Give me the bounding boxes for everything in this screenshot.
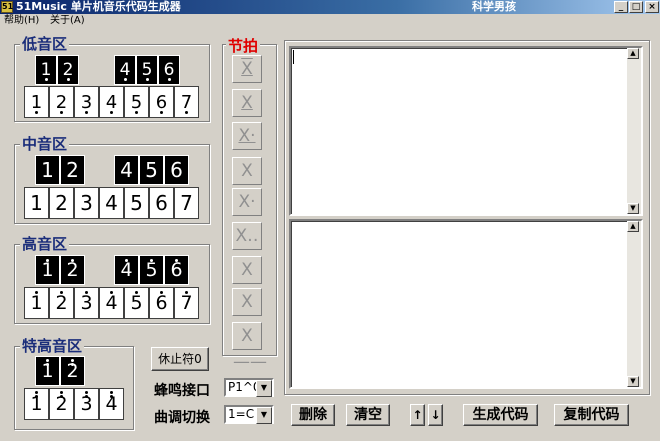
window-title: 51Music 单片机音乐代码生成器 — [16, 0, 181, 13]
title-bar: 51 51Music 单片机音乐代码生成器 科学男孩 _ □ × — [0, 0, 660, 14]
mid-white-key-7[interactable]: 7 — [174, 187, 199, 219]
super-high-register-label: 特高音区 — [20, 337, 85, 355]
mid-white-key-1[interactable]: 1 — [24, 187, 49, 219]
beat-button-dotted-half[interactable]: X—· — [232, 288, 262, 338]
low-white-key-4[interactable]: 4 — [99, 86, 124, 118]
scroll-up-icon[interactable]: ▲ — [627, 221, 639, 232]
minimize-button[interactable]: _ — [614, 1, 628, 13]
note-input-textarea[interactable]: ▲ ▼ — [289, 46, 643, 216]
high-black-keys-a: 1 2 — [35, 255, 85, 285]
low-black-key-5[interactable]: 5 — [136, 55, 158, 85]
low-white-key-2[interactable]: 2 — [49, 86, 74, 118]
menu-bar: 帮助(H) 关于(A) — [0, 14, 660, 28]
high-white-key-1[interactable]: 1 — [24, 287, 49, 319]
window-subtitle: 科学男孩 — [472, 0, 516, 13]
low-white-key-7[interactable]: 7 — [174, 86, 199, 118]
move-up-button[interactable]: ↑ — [410, 404, 425, 426]
high-white-key-2[interactable]: 2 — [49, 287, 74, 319]
mid-white-key-3[interactable]: 3 — [74, 187, 99, 219]
clear-button[interactable]: 清空 — [346, 404, 390, 426]
generate-code-button[interactable]: 生成代码 — [463, 404, 538, 426]
buzzer-port-select[interactable]: P1^0 ▼ — [224, 378, 274, 397]
low-white-keys: 1 2 3 4 5 6 7 — [24, 86, 199, 118]
chevron-down-icon[interactable]: ▼ — [256, 380, 272, 397]
beat-button-dotted-eighth[interactable]: X· — [232, 122, 262, 150]
key-switch-select[interactable]: 1=C ▼ — [224, 405, 274, 424]
low-black-key-1[interactable]: 1 — [35, 55, 57, 85]
super-white-key-1[interactable]: 1 — [24, 388, 49, 420]
low-black-key-2[interactable]: 2 — [57, 55, 79, 85]
note-input-scrollbar[interactable]: ▲ ▼ — [627, 48, 641, 214]
low-black-key-4[interactable]: 4 — [114, 55, 136, 85]
menu-help[interactable]: 帮助(H) — [4, 14, 39, 28]
high-register-label: 高音区 — [20, 235, 70, 253]
chevron-down-icon[interactable]: ▼ — [256, 407, 272, 424]
high-white-keys: 1 2 3 4 5 6 7 — [24, 287, 199, 319]
super-white-key-3[interactable]: 3 — [74, 388, 99, 420]
buzzer-port-label: 蜂鸣接口 — [154, 383, 210, 399]
beat-button-sixteenth[interactable]: X — [232, 55, 262, 83]
beat-button-half[interactable]: X— — [232, 256, 262, 306]
high-black-keys-b: 4 5 6 — [114, 255, 189, 285]
code-output-textarea[interactable]: ▲ ▼ — [289, 219, 643, 389]
low-white-key-6[interactable]: 6 — [149, 86, 174, 118]
mid-white-key-5[interactable]: 5 — [124, 187, 149, 219]
high-white-key-5[interactable]: 5 — [124, 287, 149, 319]
high-white-key-6[interactable]: 6 — [149, 287, 174, 319]
key-switch-label: 曲调切换 — [154, 410, 210, 426]
high-black-key-1[interactable]: 1 — [35, 255, 60, 285]
super-black-key-2[interactable]: 2 — [60, 356, 85, 386]
mid-white-keys: 1 2 3 4 5 6 7 — [24, 187, 199, 219]
mid-black-key-5[interactable]: 5 — [139, 155, 164, 185]
scroll-up-icon[interactable]: ▲ — [627, 48, 639, 59]
mid-white-key-2[interactable]: 2 — [49, 187, 74, 219]
mid-black-key-1[interactable]: 1 — [35, 155, 60, 185]
super-black-key-1[interactable]: 1 — [35, 356, 60, 386]
low-white-key-1[interactable]: 1 — [24, 86, 49, 118]
text-cursor — [293, 50, 294, 64]
high-white-key-7[interactable]: 7 — [174, 287, 199, 319]
super-white-keys: 1 2 3 4 — [24, 388, 124, 420]
maximize-button[interactable]: □ — [629, 1, 643, 13]
low-black-keys-a: 1 2 — [35, 55, 79, 85]
beat-button-double-dotted[interactable]: X‥ — [232, 222, 262, 250]
scroll-down-icon[interactable]: ▼ — [627, 203, 639, 214]
high-black-key-5[interactable]: 5 — [139, 255, 164, 285]
mid-white-key-6[interactable]: 6 — [149, 187, 174, 219]
high-white-key-3[interactable]: 3 — [74, 287, 99, 319]
app-icon[interactable]: 51 — [1, 1, 13, 13]
copy-code-button[interactable]: 复制代码 — [554, 404, 629, 426]
mid-white-key-4[interactable]: 4 — [99, 187, 124, 219]
high-black-key-2[interactable]: 2 — [60, 255, 85, 285]
beat-button-whole[interactable]: X—— — [232, 322, 267, 372]
beat-button-quarter[interactable]: X — [232, 157, 262, 185]
super-black-keys: 1 2 — [35, 356, 85, 386]
beat-button-eighth[interactable]: X — [232, 89, 262, 117]
menu-about[interactable]: 关于(A) — [50, 14, 85, 28]
high-black-key-6[interactable]: 6 — [164, 255, 189, 285]
beat-button-dotted-quarter[interactable]: X· — [232, 188, 262, 216]
delete-button[interactable]: 删除 — [291, 404, 335, 426]
move-down-button[interactable]: ↓ — [428, 404, 443, 426]
scroll-down-icon[interactable]: ▼ — [627, 376, 639, 387]
close-button[interactable]: × — [645, 1, 659, 13]
beat-label: 节拍 — [226, 35, 261, 56]
high-white-key-4[interactable]: 4 — [99, 287, 124, 319]
high-black-key-4[interactable]: 4 — [114, 255, 139, 285]
low-black-keys-b: 4 5 6 — [114, 55, 180, 85]
code-output-scrollbar[interactable]: ▲ ▼ — [627, 221, 641, 387]
low-white-key-5[interactable]: 5 — [124, 86, 149, 118]
mid-register-label: 中音区 — [20, 135, 70, 153]
mid-black-key-4[interactable]: 4 — [114, 155, 139, 185]
mid-black-keys-a: 1 2 — [35, 155, 85, 185]
rest-button[interactable]: 休止符0 — [151, 347, 209, 371]
mid-black-key-2[interactable]: 2 — [60, 155, 85, 185]
mid-black-keys-b: 4 5 6 — [114, 155, 189, 185]
super-white-key-2[interactable]: 2 — [49, 388, 74, 420]
low-white-key-3[interactable]: 3 — [74, 86, 99, 118]
super-white-key-4[interactable]: 4 — [99, 388, 124, 420]
low-black-key-6[interactable]: 6 — [158, 55, 180, 85]
low-register-label: 低音区 — [20, 35, 70, 53]
mid-black-key-6[interactable]: 6 — [164, 155, 189, 185]
